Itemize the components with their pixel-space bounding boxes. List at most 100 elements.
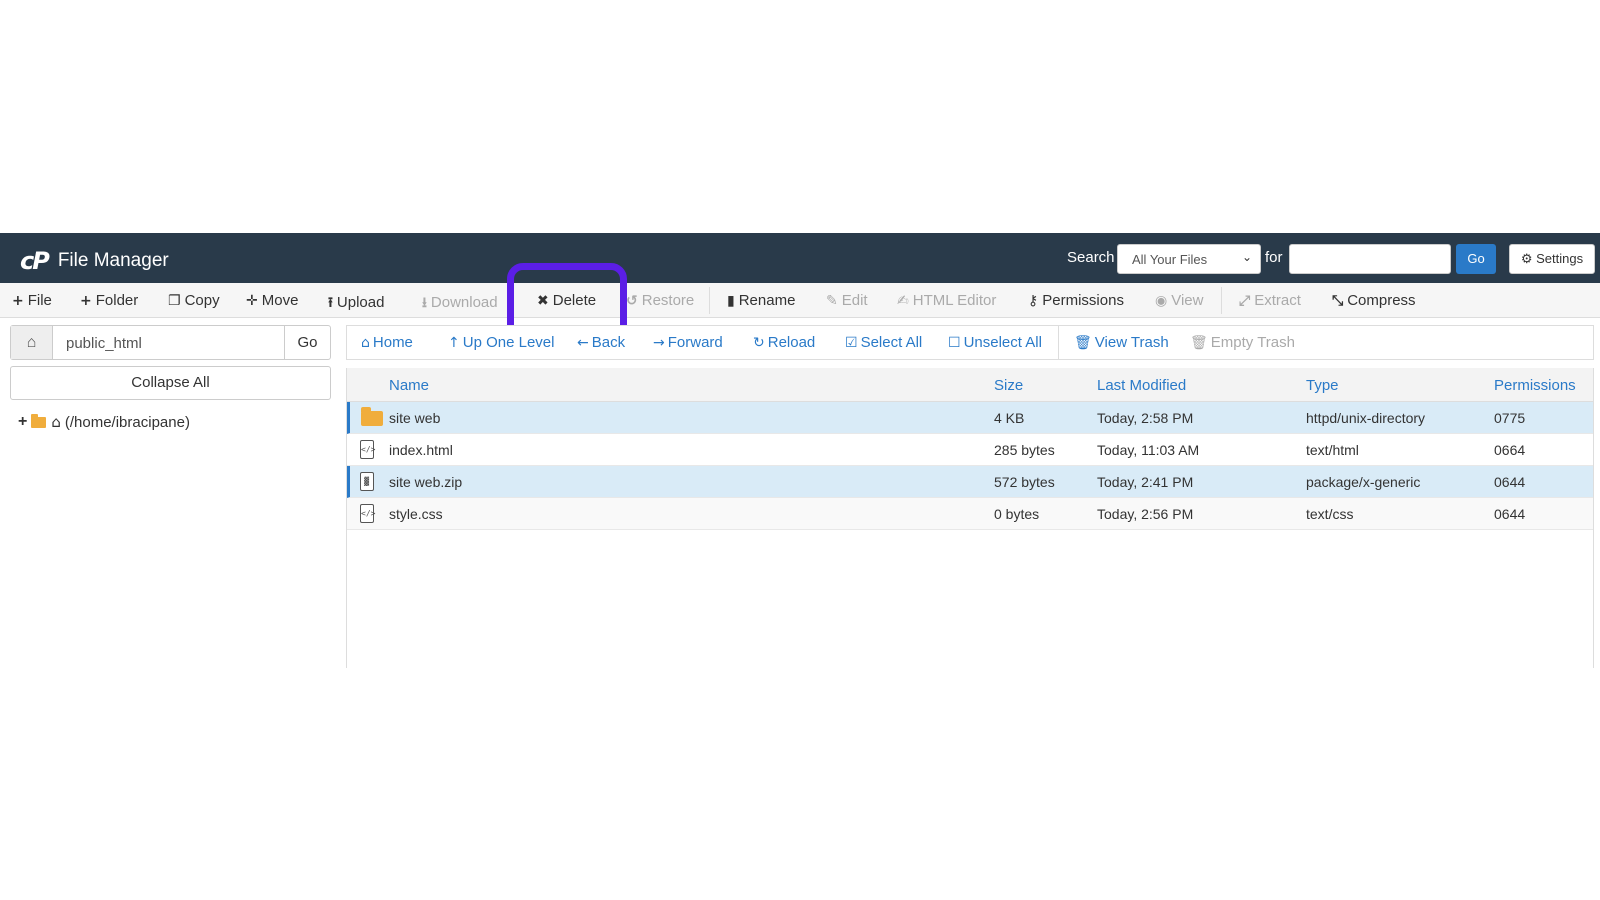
file-modified: Today, 2:56 PM <box>1097 506 1194 522</box>
logo[interactable]: cP File Manager <box>20 247 169 275</box>
tree-root-item[interactable]: + ⌂ (/home/ibracipane) <box>18 413 190 431</box>
path-go-button[interactable]: Go <box>284 326 330 359</box>
expand-plus-icon[interactable]: + <box>18 413 27 431</box>
html-editor-button[interactable]: ✍ HTML Editor <box>897 292 996 309</box>
settings-button[interactable]: ⚙ Settings <box>1509 244 1595 274</box>
home-icon[interactable]: ⌂ <box>11 326 53 359</box>
table-row[interactable]: </> index.html 285 bytes Today, 11:03 AM… <box>347 434 1593 466</box>
arrow-right-icon: → <box>653 335 665 351</box>
view-button[interactable]: ◉ View <box>1155 292 1203 309</box>
search-input[interactable] <box>1289 244 1451 274</box>
search-scope-select[interactable]: All Your Files ⌄ <box>1117 244 1261 274</box>
checkbox-checked-icon: ☑ <box>845 335 858 351</box>
table-row[interactable]: site web 4 KB Today, 2:58 PM httpd/unix-… <box>347 402 1593 434</box>
file-permissions: 0775 <box>1494 410 1526 426</box>
nav-select-all-label: Select All <box>860 334 923 351</box>
nav-view-trash-button[interactable]: 🗑 View Trash <box>1074 334 1169 351</box>
rename-button[interactable]: ▮ Rename <box>727 292 795 309</box>
upload-label: Upload <box>336 294 385 311</box>
home-icon: ⌂ <box>361 335 370 351</box>
file-modified: Today, 2:58 PM <box>1097 410 1194 426</box>
level-up-icon: ↑ <box>448 335 460 351</box>
compress-button[interactable]: ⤡ Compress <box>1332 292 1416 309</box>
checkbox-empty-icon: ☐ <box>948 335 961 351</box>
nav-up-label: Up One Level <box>462 334 555 351</box>
column-permissions-header[interactable]: Permissions <box>1494 377 1576 394</box>
column-modified-header[interactable]: Last Modified <box>1097 377 1186 394</box>
search-label: Search <box>1067 249 1115 266</box>
new-folder-label: Folder <box>95 292 139 309</box>
file-size: 285 bytes <box>994 442 1055 458</box>
trash-icon: 🗑 <box>1074 335 1092 351</box>
nav-reload-label: Reload <box>767 334 816 351</box>
gear-icon: ⚙ <box>1520 251 1533 266</box>
nav-forward-button[interactable]: → Forward <box>653 334 723 351</box>
permissions-button[interactable]: ⚷ Permissions <box>1028 292 1124 309</box>
nav-reload-button[interactable]: ↻ Reload <box>753 334 815 351</box>
nav-back-button[interactable]: ← Back <box>577 334 625 351</box>
copy-button[interactable]: ❐ Copy <box>168 292 220 309</box>
download-label: Download <box>430 294 498 311</box>
html-editor-label: HTML Editor <box>912 292 997 309</box>
file-name: style.css <box>389 506 443 522</box>
folder-icon <box>31 413 47 428</box>
column-size-header[interactable]: Size <box>994 377 1023 394</box>
search-scope-value: All Your Files <box>1132 252 1208 267</box>
upload-button[interactable]: ⭱ Upload <box>328 292 384 316</box>
nav-divider <box>1058 326 1059 359</box>
upload-icon: ⭱ <box>328 295 333 311</box>
file-modified: Today, 2:41 PM <box>1097 474 1194 490</box>
new-file-button[interactable]: + File <box>12 292 52 309</box>
plus-icon: + <box>80 293 92 309</box>
path-input[interactable]: public_html <box>66 335 142 352</box>
column-type-header[interactable]: Type <box>1306 377 1339 394</box>
move-icon: ✛ <box>246 293 258 309</box>
nav-select-all-button[interactable]: ☑ Select All <box>845 334 922 351</box>
extract-button[interactable]: ⤢ Extract <box>1239 292 1301 309</box>
restore-label: Restore <box>641 292 695 309</box>
nav-empty-trash-label: Empty Trash <box>1210 334 1295 351</box>
compress-label: Compress <box>1347 292 1416 309</box>
trash-icon: 🗑 <box>1190 335 1208 351</box>
file-size: 0 bytes <box>994 506 1040 522</box>
file-permissions: 0644 <box>1494 506 1526 522</box>
file-permissions: 0664 <box>1494 442 1526 458</box>
file-modified: Today, 11:03 AM <box>1097 442 1200 458</box>
table-row[interactable]: </> style.css 0 bytes Today, 2:56 PM tex… <box>347 498 1593 530</box>
file-type: text/html <box>1306 442 1359 458</box>
file-permissions: 0644 <box>1494 474 1526 490</box>
nav-up-one-level-button[interactable]: ↑ Up One Level <box>448 334 554 351</box>
file-icon: ▮ <box>727 293 735 309</box>
column-name-header[interactable]: Name <box>389 377 429 394</box>
eye-icon: ◉ <box>1155 293 1168 309</box>
rename-label: Rename <box>738 292 796 309</box>
copy-label: Copy <box>184 292 220 309</box>
key-icon: ⚷ <box>1028 293 1039 309</box>
search-go-button[interactable]: Go <box>1456 244 1496 274</box>
edit-button[interactable]: ✎ Edit <box>826 292 868 309</box>
move-button[interactable]: ✛ Move <box>246 292 298 309</box>
table-row[interactable]: ▓ site web.zip 572 bytes Today, 2:41 PM … <box>347 466 1593 498</box>
for-label: for <box>1265 249 1283 266</box>
header-bar: cP File Manager Search All Your Files ⌄ … <box>0 233 1600 283</box>
collapse-all-button[interactable]: Collapse All <box>10 366 331 400</box>
file-name: site web <box>389 410 441 426</box>
file-type: httpd/unix-directory <box>1306 410 1426 426</box>
restore-button[interactable]: ↺ Restore <box>626 292 694 309</box>
nav-empty-trash-button[interactable]: 🗑 Empty Trash <box>1190 334 1295 351</box>
pencil-icon: ✎ <box>826 293 838 309</box>
refresh-icon: ↻ <box>753 335 765 351</box>
home-icon: ⌂ <box>51 413 61 431</box>
navigation-bar: ⌂ Home ↑ Up One Level ← Back → Forward ↻ Relo… <box>346 325 1594 360</box>
nav-home-button[interactable]: ⌂ Home <box>361 334 413 351</box>
edit-box-icon: ✍ <box>897 293 909 309</box>
plus-icon: + <box>12 293 24 309</box>
arrow-left-icon: ← <box>577 335 589 351</box>
path-bar: ⌂ public_html Go <box>10 325 331 360</box>
download-button[interactable]: ⭳ Download <box>422 292 498 316</box>
file-name: site web.zip <box>389 474 463 490</box>
chevron-down-icon: ⌄ <box>1241 250 1252 264</box>
nav-unselect-all-button[interactable]: ☐ Unselect All <box>948 334 1042 351</box>
file-size: 4 KB <box>994 410 1025 426</box>
new-folder-button[interactable]: + Folder <box>80 292 138 309</box>
